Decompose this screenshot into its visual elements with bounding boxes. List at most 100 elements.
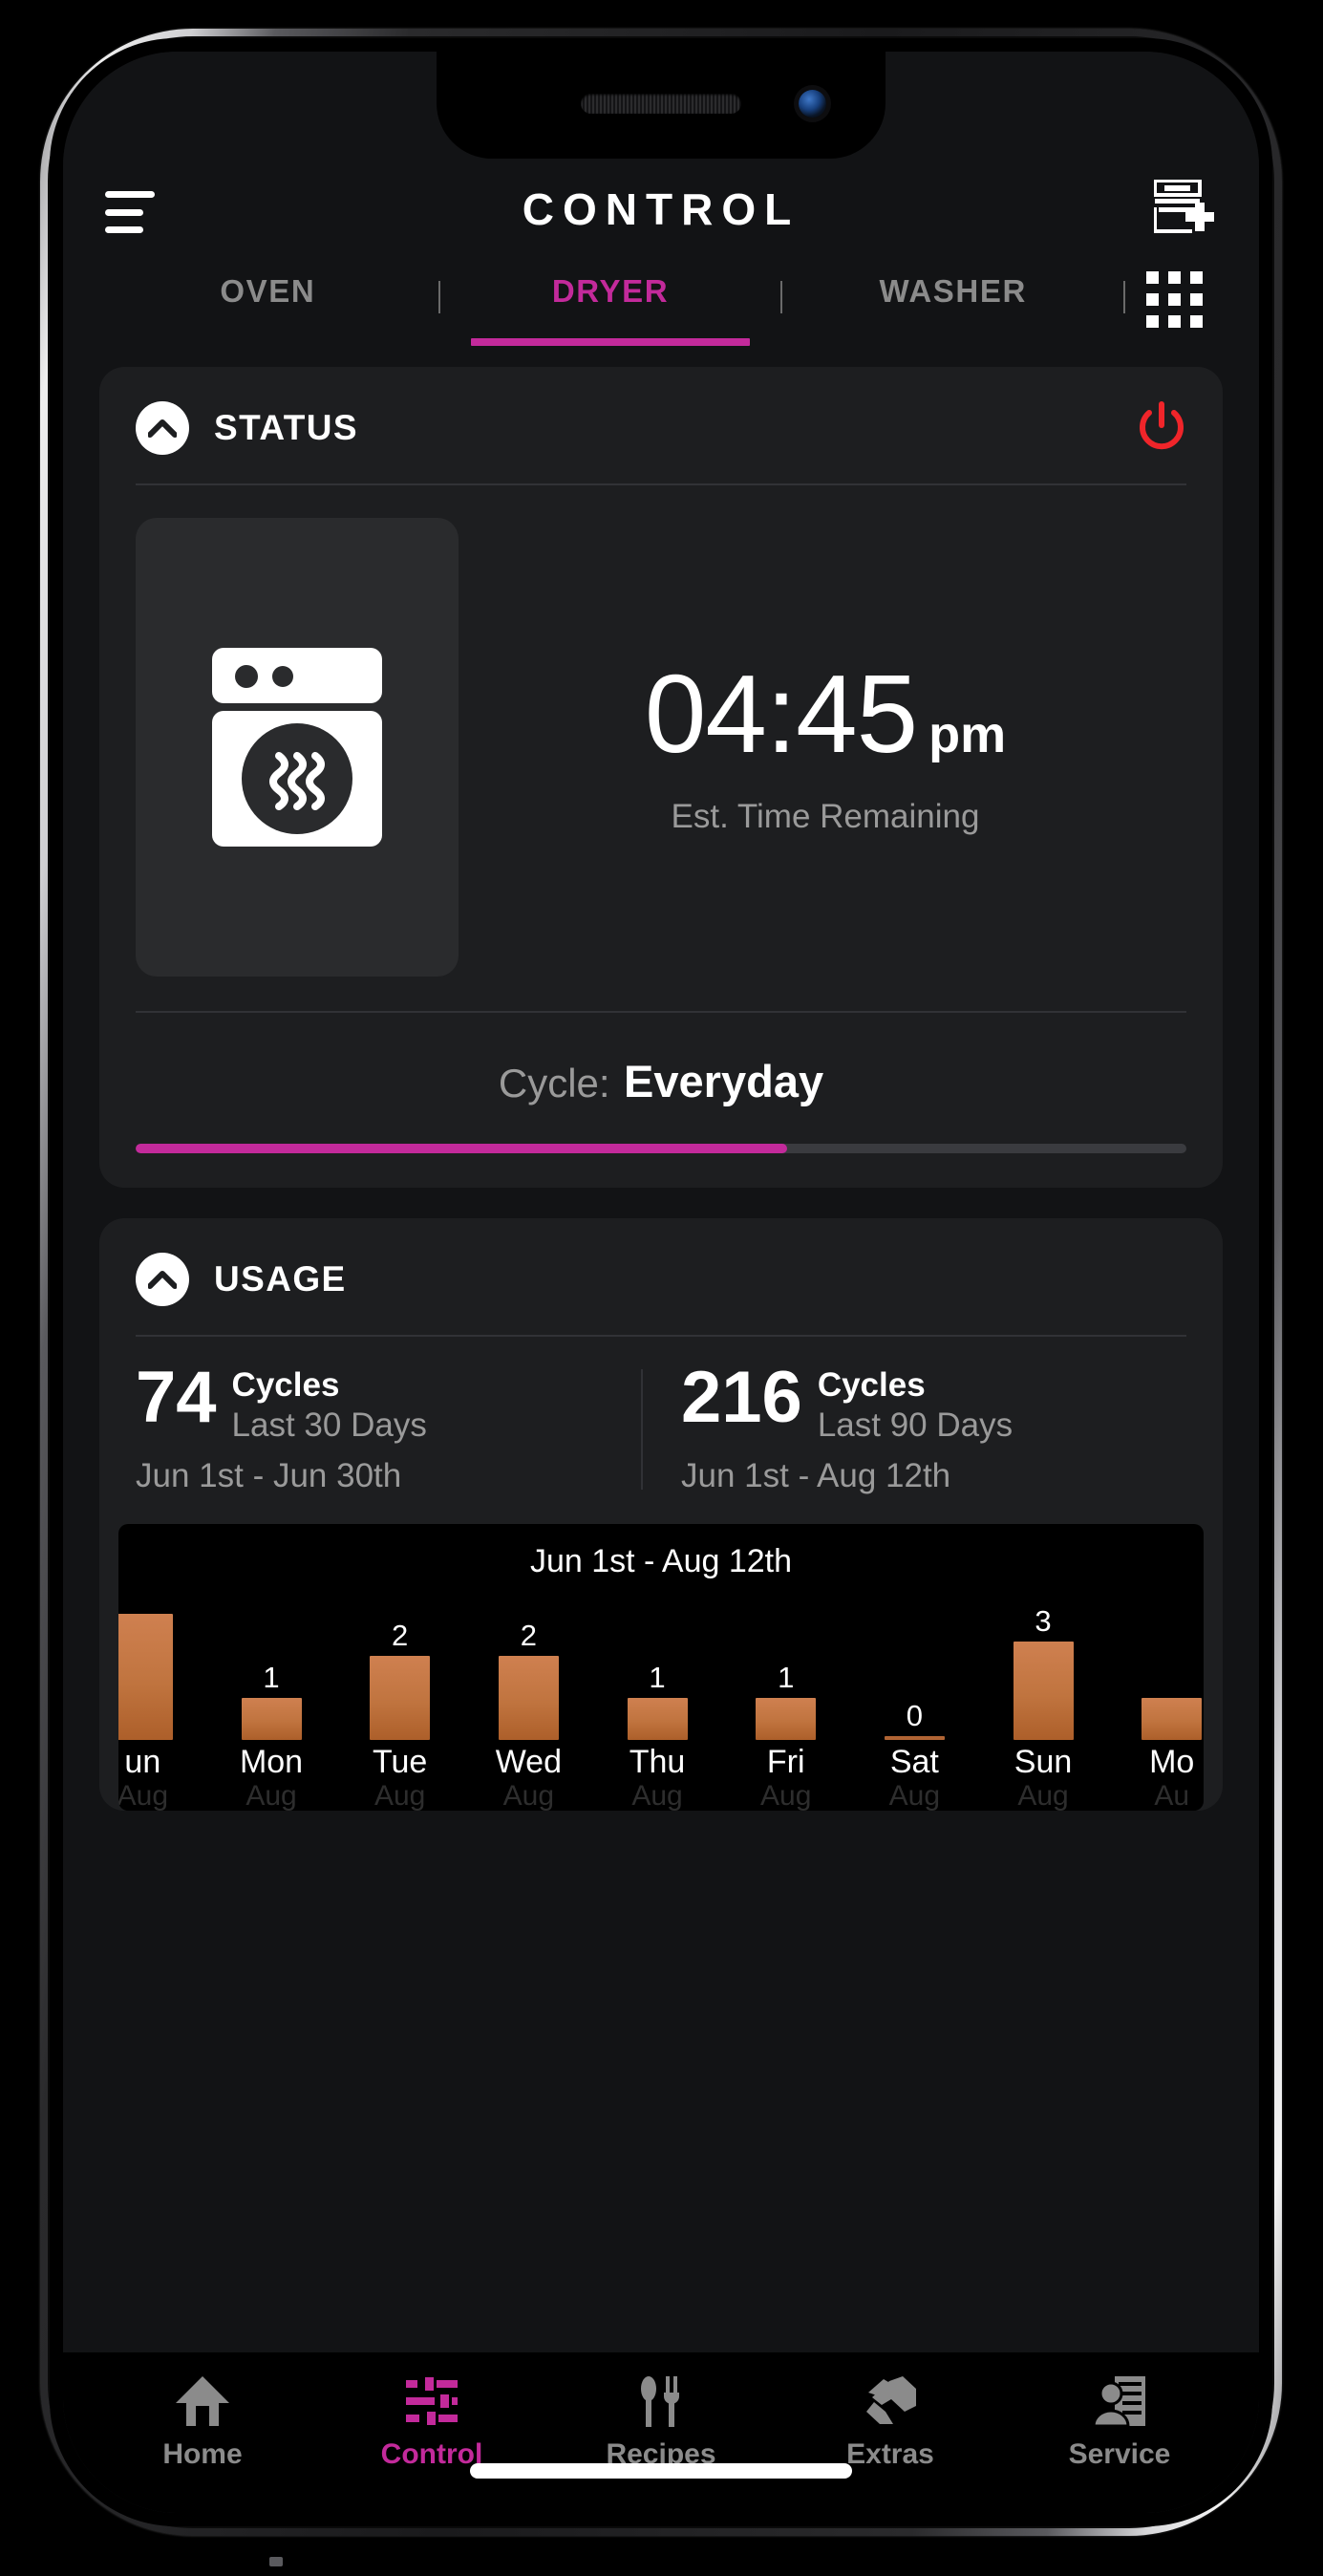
grid-dot [1168, 293, 1182, 306]
chart-bar-value: 2 [392, 1619, 409, 1653]
chart-bar-sublabel: Aug [118, 1780, 169, 1812]
usage-stat-30-days: 74 Cycles Last 30 Days Jun 1st - Jun 30t… [136, 1361, 641, 1495]
chart-bar-column: 1 Mon Aug [207, 1606, 336, 1811]
usage-stat-unit: Cycles [817, 1366, 926, 1404]
nav-item-extras[interactable]: Extras [776, 2370, 1005, 2471]
chart-bar [118, 1614, 173, 1741]
utensils-icon [631, 2370, 691, 2433]
status-card-title: STATUS [214, 408, 358, 447]
chart-bar-sublabel: Aug [502, 1780, 555, 1812]
device-notch [437, 52, 886, 159]
usage-stat-dates: Jun 1st - Aug 12th [681, 1457, 951, 1495]
chart-bar-column: 3 Sun Aug [979, 1606, 1108, 1811]
phone-screen: CONTROL OVEN DRYER WASHER STATUS 04:45 p… [63, 52, 1259, 2513]
chart-bar-label: un [124, 1744, 161, 1781]
chart-bar-column: 1 Thu Aug [593, 1606, 722, 1811]
add-appliance-icon[interactable] [1153, 179, 1217, 233]
remaining-time-ampm: pm [928, 706, 1007, 763]
usage-stat-texts: Cycles Last 30 Days [232, 1363, 427, 1446]
chart-bar-sublabel: Aug [760, 1780, 812, 1812]
usage-stat-range: Last 90 Days [817, 1406, 1014, 1444]
chart-title: Jun 1st - Aug 12th [529, 1543, 793, 1580]
chevron-up-icon[interactable] [136, 1253, 189, 1306]
chart-bar-label: Wed [495, 1744, 562, 1781]
appliance-tabs: OVEN DRYER WASHER [63, 266, 1259, 367]
dryer-icon [136, 518, 459, 977]
phone-frame: CONTROL OVEN DRYER WASHER STATUS 04:45 p… [40, 29, 1282, 2566]
chevron-up-icon[interactable] [136, 401, 189, 455]
nav-item-recipes[interactable]: Recipes [546, 2370, 776, 2471]
hamburger-menu-icon[interactable] [105, 191, 155, 233]
nav-item-control[interactable]: Control [317, 2370, 546, 2471]
chart-bar-label: Sat [889, 1744, 939, 1781]
earpiece-speaker [581, 94, 741, 114]
usage-stat-texts: Cycles Last 90 Days [818, 1363, 1013, 1446]
screenshot-stage: CONTROL OVEN DRYER WASHER STATUS 04:45 p… [0, 0, 1323, 2576]
cycle-progress-fill [136, 1144, 787, 1153]
tab-dryer-label: DRYER [551, 273, 670, 309]
chart-bar-label: Thu [629, 1744, 686, 1781]
nav-item-home[interactable]: Home [88, 2370, 317, 2471]
chart-bar-column: 2 Wed Aug [464, 1606, 593, 1811]
tab-oven[interactable]: OVEN [97, 266, 438, 310]
chart-bar-sublabel: Aug [631, 1780, 683, 1812]
chart-bar-sublabel: Aug [888, 1780, 941, 1812]
nav-item-service[interactable]: Service [1005, 2370, 1234, 2471]
home-indicator[interactable] [470, 2463, 852, 2479]
content-scroll-area[interactable]: STATUS 04:45 pm Est. Time Remaining Cycl… [63, 367, 1259, 2352]
chart-bars: un Aug 1 Mon Aug 2 Tue Aug 2 Wed Aug 1 Thu Aug 1 Fri Aug… [118, 1606, 1204, 1811]
chart-bar [498, 1656, 559, 1741]
app-root: CONTROL OVEN DRYER WASHER STATUS 04:45 p… [63, 52, 1259, 2513]
chart-bar [241, 1698, 302, 1741]
status-card: STATUS 04:45 pm Est. Time Remaining Cycl… [99, 367, 1223, 1188]
status-card-body: 04:45 pm Est. Time Remaining [99, 485, 1223, 977]
chart-bar [627, 1698, 688, 1741]
bottom-navigation: Home Control Recipes Extras Service [63, 2352, 1259, 2513]
grid-dot [1168, 271, 1182, 284]
grid-dot [1146, 271, 1160, 284]
usage-stat-top: 216 Cycles Last 90 Days [681, 1357, 1186, 1446]
tab-washer-label: WASHER [879, 273, 1027, 309]
usage-stat-unit: Cycles [231, 1366, 340, 1404]
usage-bar-chart[interactable]: Jun 1st - Aug 12th un Aug 1 Mon Aug 2 Tue Aug 2 W… [118, 1524, 1204, 1812]
status-card-header: STATUS [99, 367, 1223, 483]
grid-dot [1190, 293, 1204, 306]
chart-bar-column: 1 Fri Aug [721, 1606, 850, 1811]
nav-label-home: Home [162, 2438, 243, 2470]
grid-apps-icon[interactable] [1146, 271, 1221, 328]
chart-bar-sublabel: Aug [245, 1780, 297, 1812]
power-icon[interactable] [1137, 401, 1186, 455]
chart-bar-value: 0 [906, 1699, 923, 1733]
chart-bar-value: 3 [1035, 1604, 1052, 1639]
chart-bar-column: un Aug [118, 1606, 207, 1811]
chart-bar [370, 1656, 431, 1741]
grid-dot [1190, 271, 1204, 284]
chart-bar [884, 1736, 945, 1741]
nav-label-control: Control [380, 2438, 483, 2470]
hamburger-line [105, 191, 155, 198]
tab-divider [1123, 281, 1126, 313]
chart-bar-column: 0 Sat Aug [850, 1606, 979, 1811]
cycle-row[interactable]: Cycle: Everyday [136, 1013, 1186, 1144]
chart-bar-label: Fri [766, 1744, 805, 1781]
grid-dot [1190, 315, 1204, 328]
chart-bar-label: Mon [239, 1744, 304, 1781]
chart-bar-value: 2 [520, 1619, 537, 1653]
chart-bar-label: Tue [373, 1744, 428, 1781]
chart-bar [1142, 1698, 1203, 1741]
nav-label-service: Service [1068, 2438, 1171, 2470]
chart-bar-column: Mo Au [1107, 1606, 1204, 1811]
tab-dryer[interactable]: DRYER [440, 266, 781, 346]
remaining-time: 04:45 [644, 652, 918, 776]
timer-row: 04:45 pm [464, 658, 1186, 769]
usage-stats: 74 Cycles Last 30 Days Jun 1st - Jun 30t… [99, 1337, 1223, 1513]
hamburger-line [105, 208, 143, 216]
usage-stat-90-days: 216 Cycles Last 90 Days Jun 1st - Aug 12… [641, 1357, 1186, 1495]
chart-bar [1013, 1642, 1074, 1741]
usage-card-title: USAGE [214, 1259, 347, 1299]
chart-bar-sublabel: Aug [1017, 1780, 1069, 1812]
grid-dot [1146, 293, 1160, 306]
usage-stat-number: 216 [681, 1357, 802, 1438]
tab-washer[interactable]: WASHER [782, 266, 1123, 310]
cycle-progress-bar [136, 1144, 1186, 1153]
